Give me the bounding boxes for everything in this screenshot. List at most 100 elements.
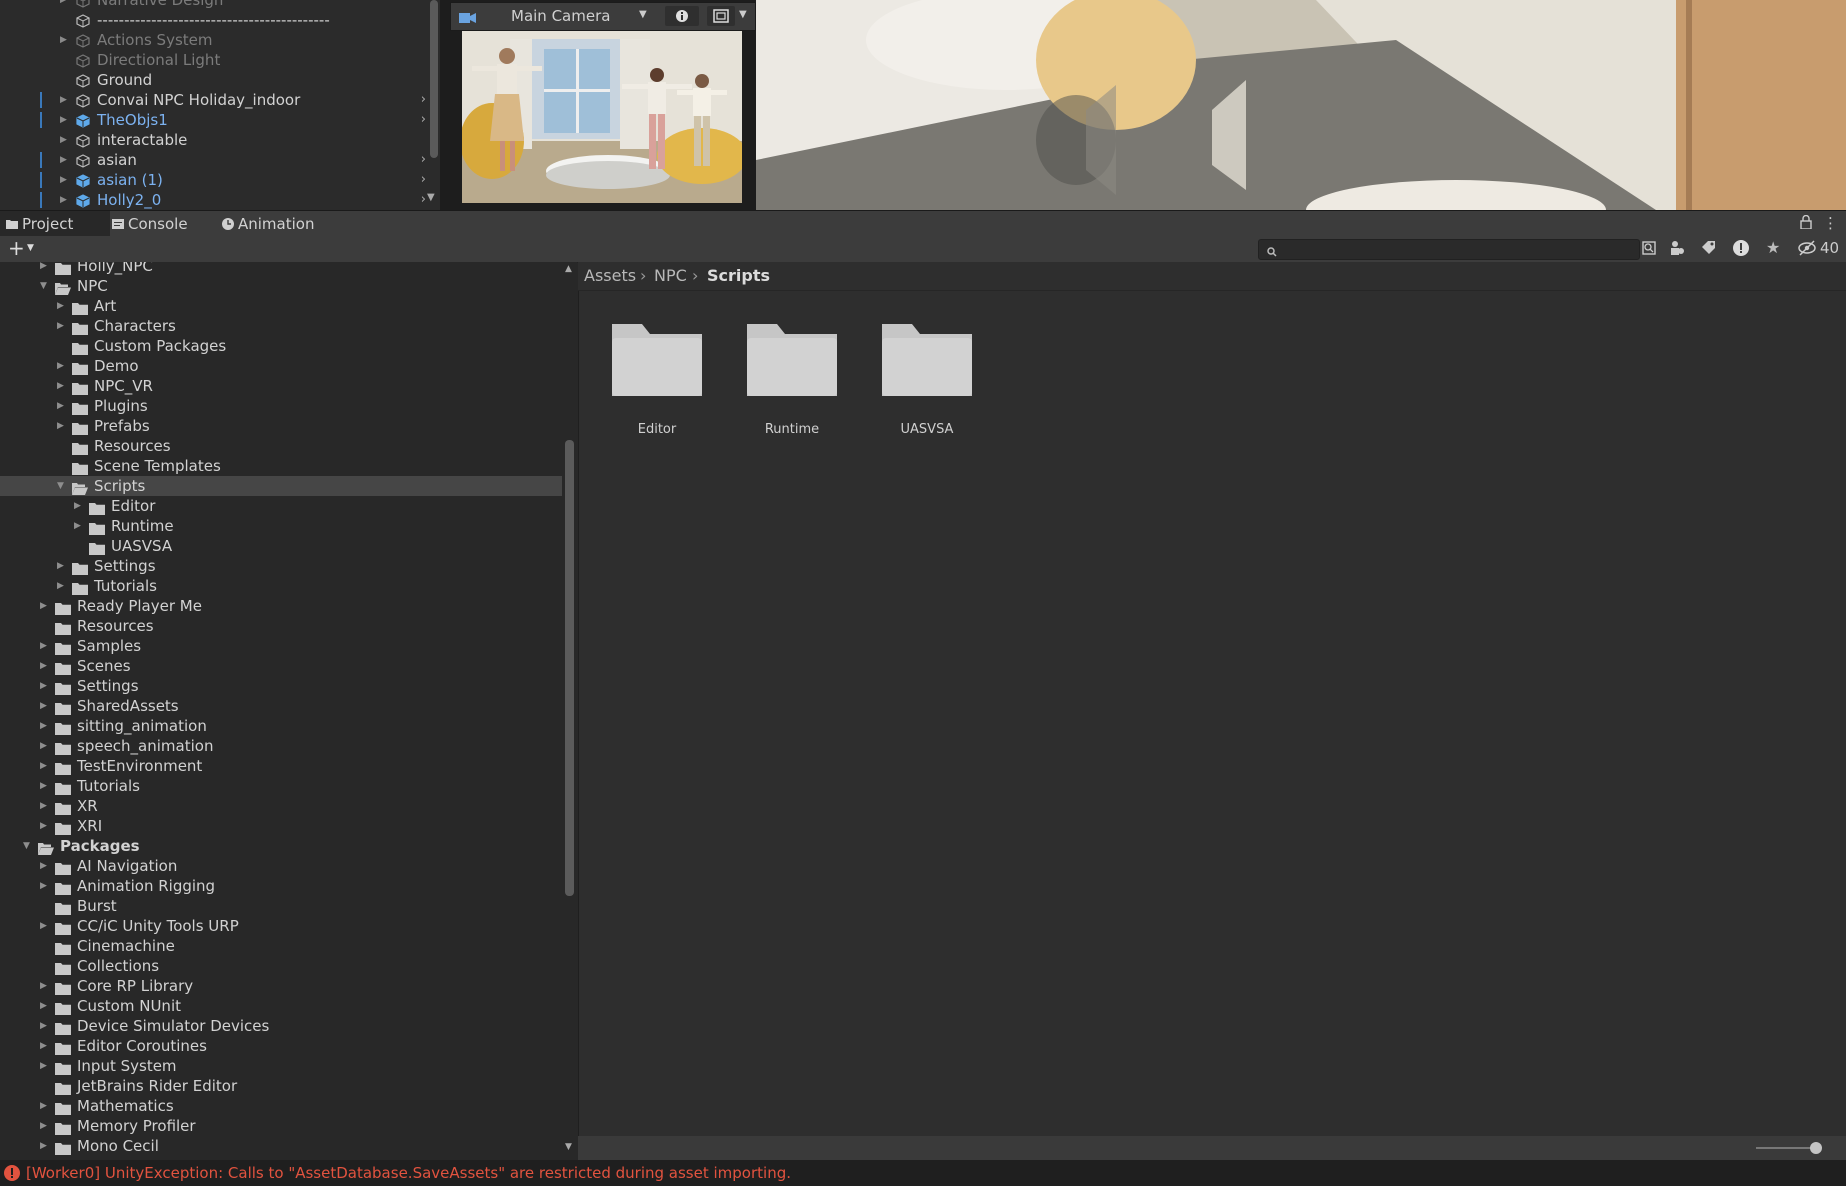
search-input[interactable] (1283, 240, 1617, 259)
open-prefab-chevron-icon[interactable]: › (421, 150, 426, 170)
camera-name[interactable]: Main Camera (511, 7, 610, 25)
tree-folder-row[interactable]: ▶ TestEnvironment (0, 756, 562, 776)
create-plus-icon[interactable]: + (8, 236, 25, 260)
tree-folder-row[interactable]: ▼ Packages (0, 836, 562, 856)
tab-animation[interactable]: Animation (216, 211, 344, 237)
tree-folder-row[interactable]: ▶ Mathematics (0, 1096, 562, 1116)
scene-view[interactable] (756, 0, 1846, 210)
hierarchy-scroll-thumb[interactable] (430, 0, 438, 158)
tree-folder-row[interactable]: ▶ Device Simulator Devices (0, 1016, 562, 1036)
tree-folder-row[interactable]: ▶ sitting_animation (0, 716, 562, 736)
expand-arrow-icon[interactable]: ▶ (40, 1036, 47, 1056)
search-by-type-icon[interactable] (1640, 239, 1658, 261)
tree-folder-row[interactable]: ▶ Editor Coroutines (0, 1036, 562, 1056)
expand-arrow-icon[interactable]: ▶ (57, 556, 64, 576)
expand-arrow-icon[interactable]: ▶ (74, 496, 81, 516)
expand-arrow-icon[interactable]: ▶ (57, 376, 64, 396)
lock-icon[interactable] (1800, 214, 1812, 233)
tree-folder-row[interactable]: ▶ Input System (0, 1056, 562, 1076)
expand-arrow-icon[interactable]: ▶ (57, 416, 64, 436)
scroll-down-arrow-icon[interactable]: ▼ (427, 192, 435, 203)
tree-folder-row[interactable]: ▶ Scenes (0, 656, 562, 676)
expand-arrow-icon[interactable]: ▶ (40, 596, 47, 616)
tree-folder-row[interactable]: ▶ Editor (0, 496, 562, 516)
tree-folder-row[interactable]: ▶ Holly_NPC (0, 262, 562, 276)
hierarchy-item[interactable]: ▶ Narrative Design (0, 0, 428, 10)
hierarchy-item[interactable]: ▶ Convai NPC Holiday_indoor › (0, 90, 428, 110)
expand-arrow-icon[interactable]: ▶ (40, 756, 47, 776)
tree-folder-row[interactable]: ▶ Plugins (0, 396, 562, 416)
tree-folder-row[interactable]: ▶ Tutorials (0, 776, 562, 796)
tree-scroll-down-arrow-icon[interactable]: ▼ (565, 1142, 572, 1152)
expand-arrow-icon[interactable]: ▶ (40, 656, 47, 676)
icon-size-slider-handle[interactable] (1810, 1142, 1822, 1154)
camera-dropdown-arrow-icon[interactable]: ▼ (639, 9, 647, 20)
tree-folder-row[interactable]: ▶ Characters (0, 316, 562, 336)
expand-arrow-icon[interactable]: ▶ (40, 776, 47, 796)
tree-folder-row[interactable]: ▶ Custom NUnit (0, 996, 562, 1016)
expand-arrow-icon[interactable]: ▶ (60, 170, 67, 190)
expand-arrow-icon[interactable]: ▶ (60, 90, 67, 110)
collapse-arrow-icon[interactable]: ▼ (23, 836, 30, 856)
hidden-packages-eye-icon[interactable] (1798, 240, 1818, 260)
tree-folder-row[interactable]: ▶ Runtime (0, 516, 562, 536)
tree-folder-row[interactable]: ▶ XR (0, 796, 562, 816)
tree-folder-row[interactable]: ▶ speech_animation (0, 736, 562, 756)
hierarchy-item[interactable]: Directional Light (0, 50, 428, 70)
tab-console[interactable]: Console (106, 211, 214, 237)
tree-folder-row[interactable]: ▶ Tutorials (0, 576, 562, 596)
expand-arrow-icon[interactable]: ▶ (40, 696, 47, 716)
log-filter-icon[interactable] (1732, 239, 1750, 261)
hierarchy-item[interactable]: ▶ Holly2_0 › (0, 190, 428, 210)
search-input-wrapper[interactable] (1258, 239, 1640, 260)
tree-folder-row[interactable]: ▼ NPC (0, 276, 562, 296)
expand-arrow-icon[interactable]: ▶ (74, 516, 81, 536)
hierarchy-item[interactable]: Ground (0, 70, 428, 90)
filter-by-label-icon[interactable] (1700, 239, 1718, 261)
expand-arrow-icon[interactable]: ▶ (40, 816, 47, 836)
expand-arrow-icon[interactable]: ▶ (60, 150, 67, 170)
expand-arrow-icon[interactable]: ▶ (60, 110, 67, 130)
hierarchy-item[interactable]: ----------------------------------------… (0, 10, 428, 30)
tree-folder-row[interactable]: JetBrains Rider Editor (0, 1076, 562, 1096)
tree-scroll-up-arrow-icon[interactable]: ▲ (565, 264, 572, 274)
open-prefab-chevron-icon[interactable]: › (421, 90, 426, 110)
expand-arrow-icon[interactable]: ▶ (60, 190, 67, 210)
expand-arrow-icon[interactable]: ▶ (40, 976, 47, 996)
favorites-star-icon[interactable]: ★ (1766, 238, 1780, 257)
tree-folder-row[interactable]: ▶ Art (0, 296, 562, 316)
tree-folder-row[interactable]: ▶ Core RP Library (0, 976, 562, 996)
tree-folder-row[interactable]: Resources (0, 616, 562, 636)
expand-arrow-icon[interactable]: ▶ (57, 396, 64, 416)
expand-arrow-icon[interactable]: ▶ (57, 316, 64, 336)
tree-folder-row[interactable]: ▶ Settings (0, 556, 562, 576)
expand-arrow-icon[interactable]: ▶ (40, 1056, 47, 1076)
tree-folder-row[interactable]: ▼ Scripts (0, 476, 562, 496)
tree-folder-row[interactable]: ▶ Settings (0, 676, 562, 696)
tree-folder-row[interactable]: UASVSA (0, 536, 562, 556)
open-prefab-chevron-icon[interactable]: › (421, 110, 426, 130)
filter-by-type-icon[interactable] (1668, 239, 1686, 261)
expand-arrow-icon[interactable]: ▶ (40, 856, 47, 876)
open-prefab-chevron-icon[interactable]: › (421, 190, 426, 210)
breadcrumb-npc[interactable]: NPC (654, 266, 687, 285)
expand-arrow-icon[interactable]: ▶ (60, 130, 67, 150)
tree-folder-row[interactable]: ▶ Ready Player Me (0, 596, 562, 616)
hierarchy-item[interactable]: ▶ Actions System (0, 30, 428, 50)
expand-arrow-icon[interactable]: ▶ (40, 262, 47, 276)
expand-arrow-icon[interactable]: ▶ (40, 996, 47, 1016)
tree-folder-row[interactable]: ▶ SharedAssets (0, 696, 562, 716)
tree-folder-row[interactable]: Collections (0, 956, 562, 976)
info-button[interactable] (665, 6, 699, 26)
tree-folder-row[interactable]: ▶ CC/iC Unity Tools URP (0, 916, 562, 936)
expand-arrow-icon[interactable]: ▶ (40, 1116, 47, 1136)
open-prefab-chevron-icon[interactable]: › (421, 170, 426, 190)
tree-folder-row[interactable]: ▶ XRI (0, 816, 562, 836)
tree-folder-row[interactable]: ▶ NPC_VR (0, 376, 562, 396)
expand-arrow-icon[interactable]: ▶ (40, 1016, 47, 1036)
expand-arrow-icon[interactable]: ▶ (40, 736, 47, 756)
hierarchy-item[interactable]: ▶ asian (1) › (0, 170, 428, 190)
tree-folder-row[interactable]: Custom Packages (0, 336, 562, 356)
folder-tile-runtime[interactable]: Runtime (737, 320, 847, 440)
expand-arrow-icon[interactable]: ▶ (40, 876, 47, 896)
